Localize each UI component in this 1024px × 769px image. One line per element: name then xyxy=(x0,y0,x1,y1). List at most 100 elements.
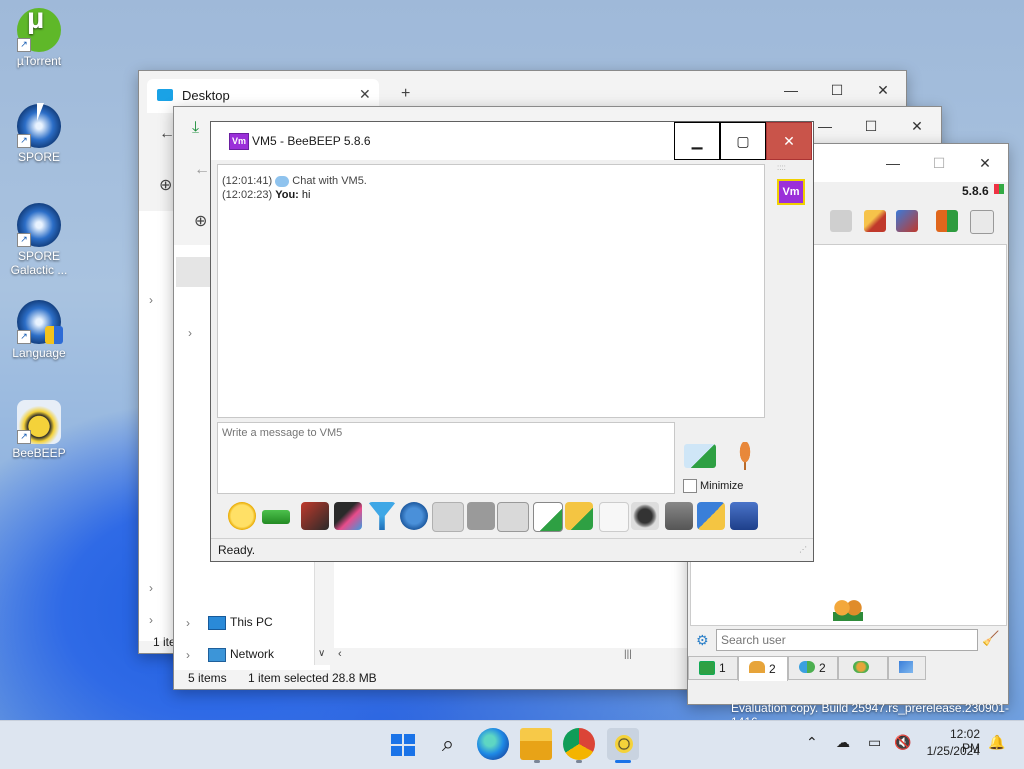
close-button[interactable]: ✕ xyxy=(860,71,906,109)
beebeep-taskbar-icon[interactable] xyxy=(607,728,639,760)
tab-chats[interactable]: 1 xyxy=(688,656,738,680)
share-tab-icon xyxy=(899,661,913,673)
expand-chevron-icon[interactable]: › xyxy=(149,581,153,595)
desktop-icon-beebeep[interactable]: ↗ BeeBEEP xyxy=(3,400,75,460)
minimize-checkbox[interactable] xyxy=(683,479,697,493)
network-icon xyxy=(208,648,226,662)
message-time: (12:01:41) xyxy=(222,175,273,187)
send-file-icon[interactable] xyxy=(533,502,563,532)
close-button[interactable]: ✕ xyxy=(766,122,812,160)
notes-icon[interactable] xyxy=(697,502,725,530)
edge-browser-icon[interactable] xyxy=(477,728,509,760)
music-note-icon[interactable] xyxy=(497,502,529,532)
maximize-button[interactable]: ☐ xyxy=(814,71,860,109)
mail-icon[interactable] xyxy=(830,210,852,232)
close-tab-icon[interactable]: ✕ xyxy=(359,86,371,103)
running-indicator xyxy=(534,760,540,763)
network-icon[interactable]: ▭ xyxy=(868,734,881,751)
file-explorer-icon[interactable] xyxy=(520,728,552,760)
emoticon-icon[interactable] xyxy=(228,502,256,530)
scroll-thumb-grip[interactable]: ||| xyxy=(624,649,632,660)
settings-gear-icon[interactable] xyxy=(400,502,428,530)
scroll-down-icon[interactable]: ∨ xyxy=(318,648,325,659)
font-icon[interactable] xyxy=(301,502,329,530)
status-selected: 1 item selected xyxy=(248,671,329,685)
new-icon[interactable]: ⊕ xyxy=(159,175,172,195)
start-button[interactable] xyxy=(388,728,420,760)
chevron-up-icon[interactable]: ⌃ xyxy=(806,734,818,751)
green-down-icon[interactable] xyxy=(262,510,290,524)
save-icon[interactable] xyxy=(730,502,758,530)
volume-muted-icon[interactable]: 🔇 xyxy=(894,734,911,751)
send-folder-icon[interactable] xyxy=(565,502,593,530)
groups-tab-icon xyxy=(799,661,815,673)
minimize-button[interactable]: — xyxy=(870,144,916,182)
close-button[interactable]: ✕ xyxy=(962,144,1008,182)
html-icon[interactable] xyxy=(599,502,629,532)
onedrive-icon[interactable]: ☁ xyxy=(836,734,850,751)
notification-bell-icon[interactable]: 🔔 xyxy=(988,734,1005,751)
minimize-button[interactable]: ▁ xyxy=(674,122,720,160)
active-indicator xyxy=(615,760,631,763)
tools-icon[interactable] xyxy=(896,210,918,232)
new-icon[interactable]: ⊕ xyxy=(194,211,207,231)
color-palette-icon[interactable] xyxy=(334,502,362,530)
edit-icon[interactable] xyxy=(864,210,886,232)
bottom-tabs: 1 2 2 xyxy=(688,656,926,681)
transfer-icon[interactable] xyxy=(936,210,958,232)
document-icon[interactable] xyxy=(467,502,495,530)
expand-chevron-icon[interactable]: › xyxy=(188,326,192,340)
desktop-icon-utorrent[interactable]: µ ↗ µTorrent xyxy=(3,4,75,69)
tab-users[interactable]: 2 xyxy=(738,656,788,681)
desktop-icon-spore-galactic[interactable]: ↗ SPORE Galactic ... xyxy=(3,203,75,277)
bee-icon: ↗ xyxy=(17,400,61,444)
spellcheck-icon[interactable] xyxy=(432,502,464,532)
microphone-icon[interactable] xyxy=(736,442,754,470)
settings-icon[interactable]: ⚙ xyxy=(696,632,709,649)
horizontal-scrollbar[interactable]: ‹ ||| xyxy=(334,648,690,664)
expand-chevron-icon[interactable]: › xyxy=(186,648,190,662)
file-area[interactable] xyxy=(334,562,690,648)
scroll-left-icon[interactable]: ‹ xyxy=(338,648,342,660)
chat-history[interactable]: (12:01:41) Chat with VM5. (12:02:23) You… xyxy=(217,164,765,418)
expand-chevron-icon[interactable]: › xyxy=(149,613,153,627)
send-icon[interactable] xyxy=(684,444,716,468)
tab-network[interactable] xyxy=(838,656,888,680)
back-arrow-icon[interactable]: ← xyxy=(194,161,210,179)
history-icon[interactable] xyxy=(665,502,693,530)
desktop-icon-label: µTorrent xyxy=(16,54,62,68)
resize-grip[interactable]: ⋰ xyxy=(799,545,807,554)
nav-selected-row[interactable] xyxy=(176,257,214,287)
maximize-button[interactable]: ☐ xyxy=(848,107,894,145)
nav-label: This PC xyxy=(230,615,273,629)
maximize-button[interactable]: ▢ xyxy=(720,122,766,160)
desktop-icon-language[interactable]: ↗ Language xyxy=(3,300,75,360)
language-icon: ↗ xyxy=(17,300,63,344)
splitter-handle[interactable]: :::: xyxy=(777,163,786,172)
chat-message: (12:02:23) You: hi xyxy=(222,189,310,202)
chat-window[interactable]: Vm VM5 - BeeBEEP 5.8.6 ▁ ▢ ✕ (12:01:41) … xyxy=(210,121,814,562)
trash-icon[interactable] xyxy=(970,210,994,234)
tab-shares[interactable] xyxy=(888,656,926,680)
vertical-scrollbar[interactable]: ∨ xyxy=(314,562,331,665)
chrome-icon[interactable] xyxy=(563,728,595,760)
user-avatar[interactable]: Vm xyxy=(777,179,805,205)
maximize-button[interactable]: ☐ xyxy=(916,144,962,182)
nav-item-this-pc[interactable]: › This PC xyxy=(184,613,324,635)
search-user-input[interactable] xyxy=(716,629,978,651)
expand-chevron-icon[interactable]: › xyxy=(149,293,153,307)
clock-date[interactable]: 1/25/2024 xyxy=(924,744,980,758)
close-button[interactable]: ✕ xyxy=(894,107,940,145)
message-input[interactable] xyxy=(217,422,675,494)
minimize-button[interactable]: — xyxy=(768,71,814,109)
tab-count: 1 xyxy=(719,661,726,675)
new-tab-icon[interactable]: + xyxy=(401,85,410,103)
clear-search-icon[interactable]: 🧹 xyxy=(982,630,999,647)
screenshot-icon[interactable] xyxy=(631,502,659,530)
expand-chevron-icon[interactable]: › xyxy=(186,616,190,630)
message-text: Chat with VM5. xyxy=(292,175,367,187)
search-icon[interactable]: ⌕ xyxy=(432,728,464,760)
tab-groups[interactable]: 2 xyxy=(788,656,838,680)
minimize-label: Minimize xyxy=(700,480,744,492)
nav-item-network[interactable]: › Network xyxy=(184,645,324,667)
